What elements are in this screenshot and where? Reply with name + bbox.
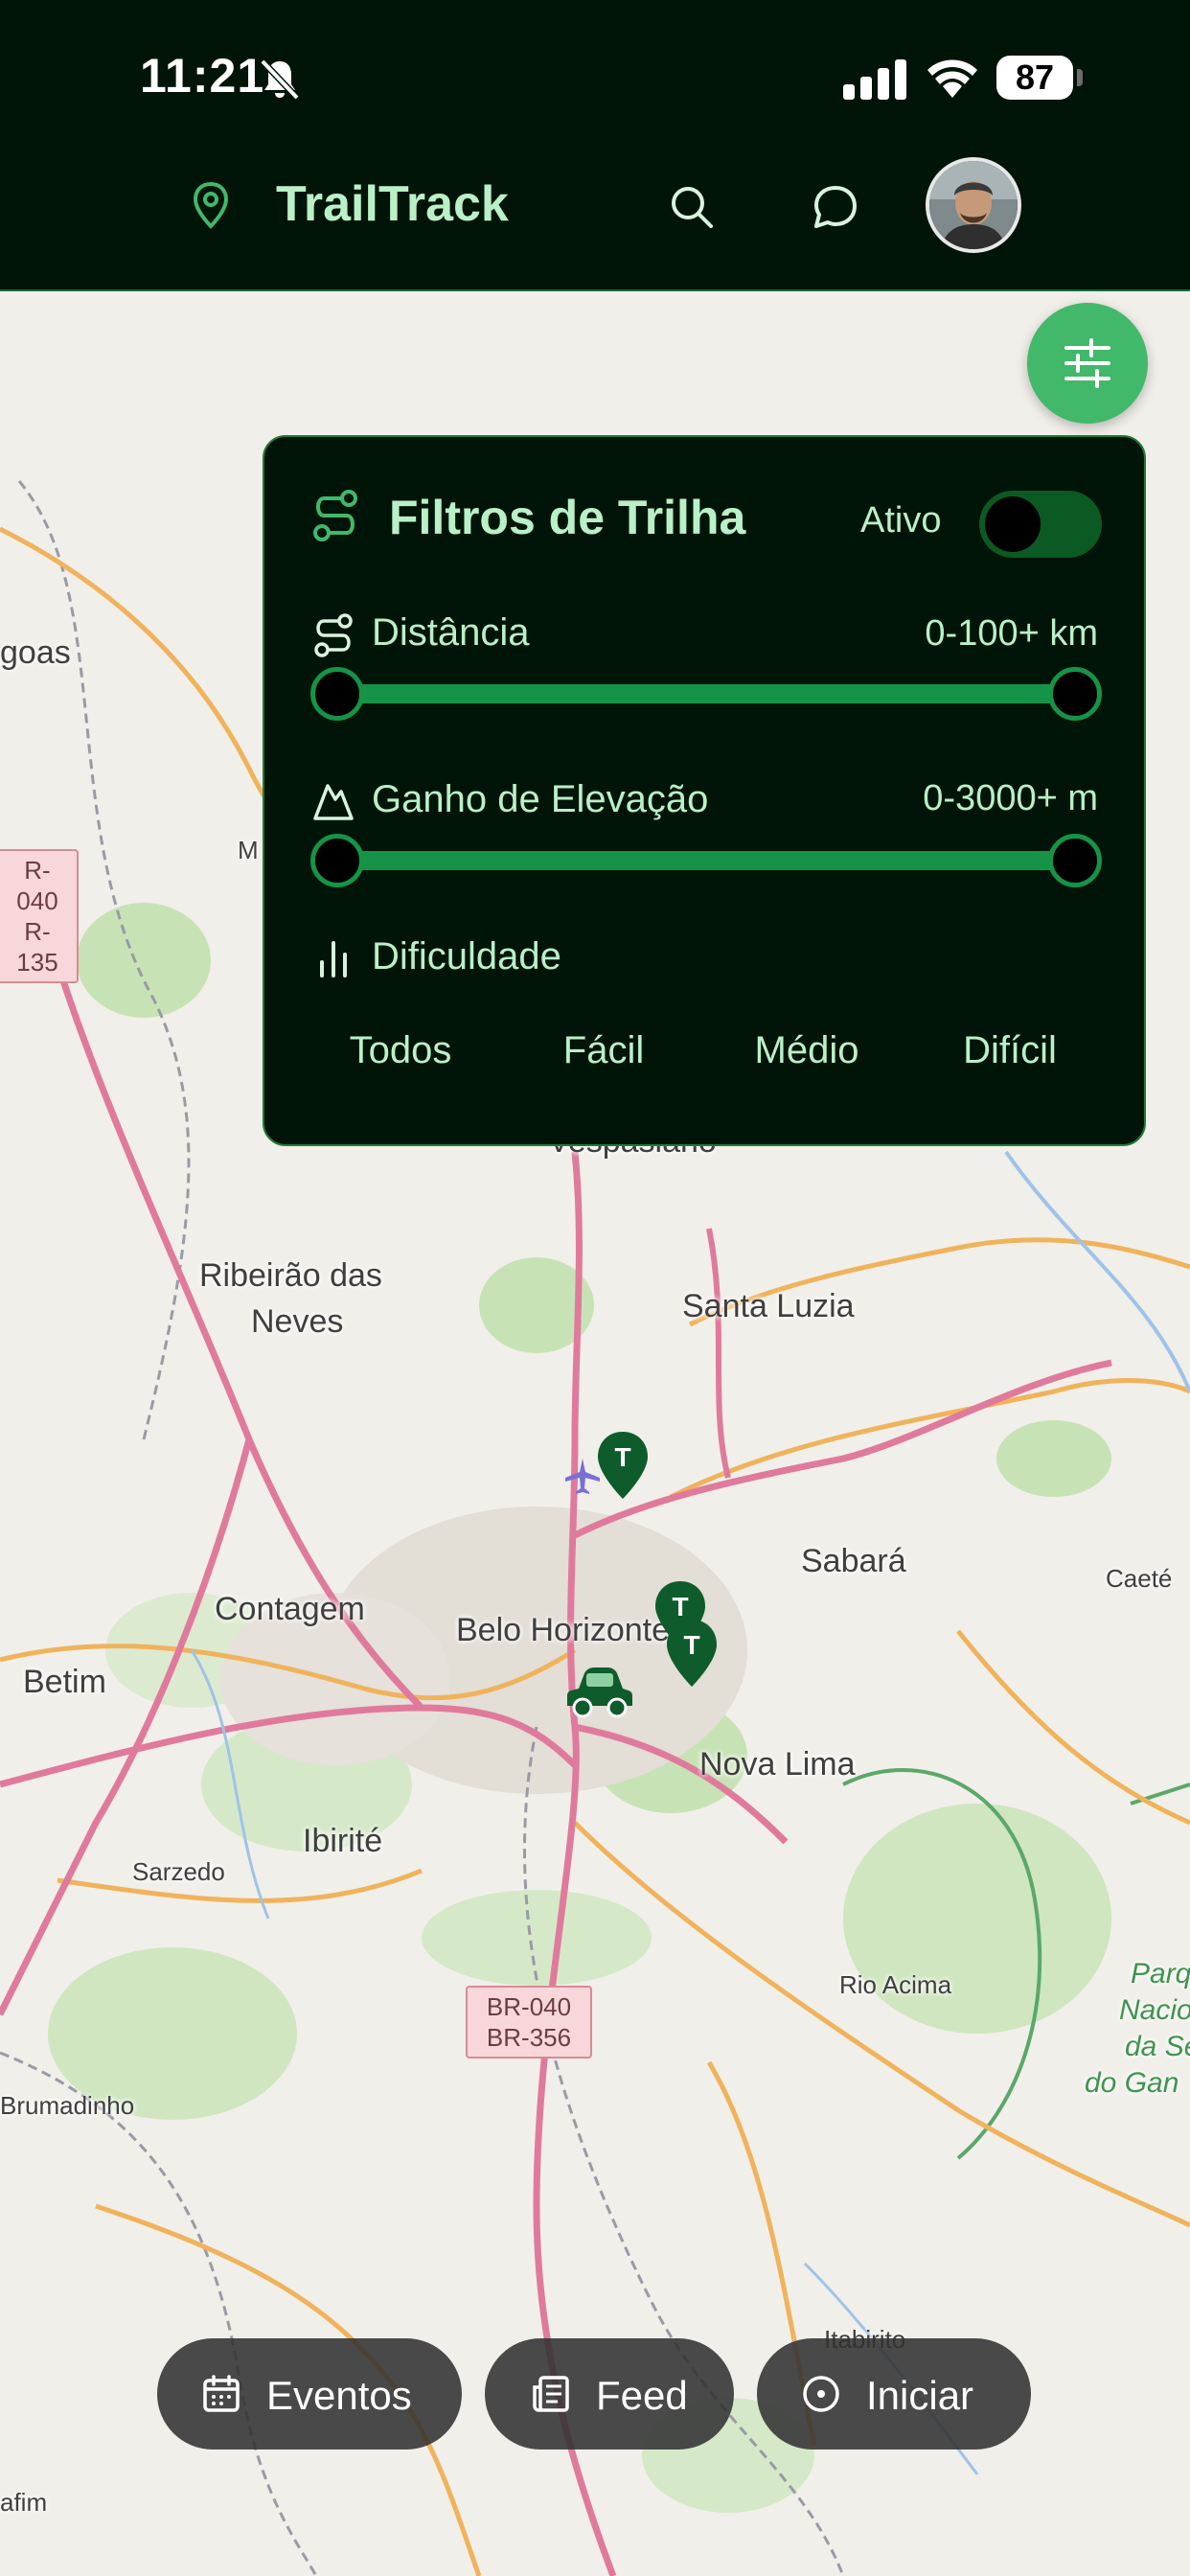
place-label: Sarzedo: [132, 1857, 225, 1886]
place-label: Santa Luzia: [682, 1288, 855, 1324]
sliders-icon: [1064, 338, 1110, 388]
difficulty-option-dificil[interactable]: Difícil: [924, 1029, 1096, 1072]
difficulty-option-todos[interactable]: Todos: [314, 1029, 487, 1072]
place-label: Nova Lima: [699, 1746, 856, 1782]
place-label: goas: [0, 634, 71, 671]
trail-marker-letter: T: [683, 1630, 699, 1660]
active-label: Ativo: [860, 500, 942, 540]
car-location-icon[interactable]: [565, 1664, 634, 1721]
park-label: do Gan: [1085, 2067, 1179, 2099]
trail-marker[interactable]: T: [665, 1618, 719, 1689]
distance-min-thumb[interactable]: [310, 667, 364, 721]
panel-title: Filtros de Trilha: [389, 491, 746, 544]
feed-button[interactable]: Feed: [485, 2338, 734, 2450]
elevation-slider[interactable]: [310, 834, 1102, 887]
chat-icon[interactable]: [811, 182, 860, 232]
route-icon: [314, 613, 353, 657]
distance-label: Distância: [372, 611, 530, 654]
elevation-value: 0-3000+ m: [923, 778, 1098, 818]
toggle-knob: [985, 496, 1041, 552]
place-label: M: [238, 836, 259, 864]
difficulty-option-facil[interactable]: Fácil: [517, 1029, 690, 1072]
app-title: TrailTrack: [276, 176, 509, 232]
place-label: Neves: [251, 1303, 344, 1340]
road-shield: R-040 R-135: [0, 849, 79, 983]
distance-slider[interactable]: [310, 667, 1102, 721]
park-label: Parq: [1131, 1958, 1190, 1990]
distance-max-thumb[interactable]: [1048, 667, 1102, 721]
trail-filter-panel: Filtros de Trilha Ativo Distância 0-100+…: [263, 435, 1146, 1146]
trail-marker-letter: T: [614, 1442, 630, 1472]
filter-toggle-button[interactable]: [1027, 303, 1148, 424]
difficulty-option-medio[interactable]: Médio: [721, 1029, 893, 1072]
place-label: Caeté: [1106, 1564, 1173, 1593]
status-time: 11:21: [140, 49, 265, 103]
active-toggle[interactable]: [979, 491, 1102, 558]
place-label: Sabará: [801, 1543, 906, 1579]
battery-tip: [1077, 69, 1083, 86]
road-shield: BR-040 BR-356: [466, 1986, 592, 2058]
elevation-max-thumb[interactable]: [1048, 834, 1102, 887]
place-label: Brumadinho: [0, 2091, 135, 2120]
bell-muted-icon: [260, 58, 300, 101]
difficulty-label: Dificuldade: [372, 935, 561, 978]
newspaper-icon: [533, 2376, 569, 2412]
record-icon: [803, 2376, 839, 2412]
park-label: Nacio: [1119, 1994, 1190, 2026]
bar-chart-icon: [320, 941, 347, 978]
calendar-icon: [203, 2375, 240, 2412]
events-button[interactable]: Eventos: [157, 2338, 462, 2450]
park-label: da Se: [1125, 2031, 1190, 2062]
cellular-signal-icon: [843, 59, 906, 100]
location-pin-icon: [193, 181, 229, 229]
user-avatar[interactable]: [926, 157, 1021, 253]
place-label: Rio Acima: [839, 1970, 952, 1999]
battery-indicator: 87: [996, 56, 1073, 100]
place-label: Ibirité: [303, 1823, 383, 1859]
place-label: afim: [0, 2488, 48, 2517]
distance-value: 0-100+ km: [925, 613, 1098, 654]
place-label: Contagem: [215, 1591, 365, 1627]
events-label: Eventos: [266, 2373, 412, 2418]
place-label: Ribeirão das: [199, 1257, 382, 1294]
route-icon: [313, 490, 357, 541]
place-label: Betim: [23, 1664, 106, 1700]
elevation-label: Ganho de Elevação: [372, 778, 709, 820]
feed-label: Feed: [596, 2373, 688, 2418]
elevation-min-thumb[interactable]: [310, 834, 364, 887]
start-label: Iniciar: [866, 2373, 974, 2418]
search-icon[interactable]: [667, 182, 717, 232]
place-label: Belo Horizonte: [456, 1612, 671, 1648]
start-button[interactable]: Iniciar: [757, 2338, 1031, 2450]
trail-marker[interactable]: T: [596, 1430, 650, 1501]
app-header: 11:21 87 TrailTrack: [0, 0, 1190, 291]
wifi-icon: [927, 59, 977, 98]
mountain-icon: [313, 784, 354, 820]
